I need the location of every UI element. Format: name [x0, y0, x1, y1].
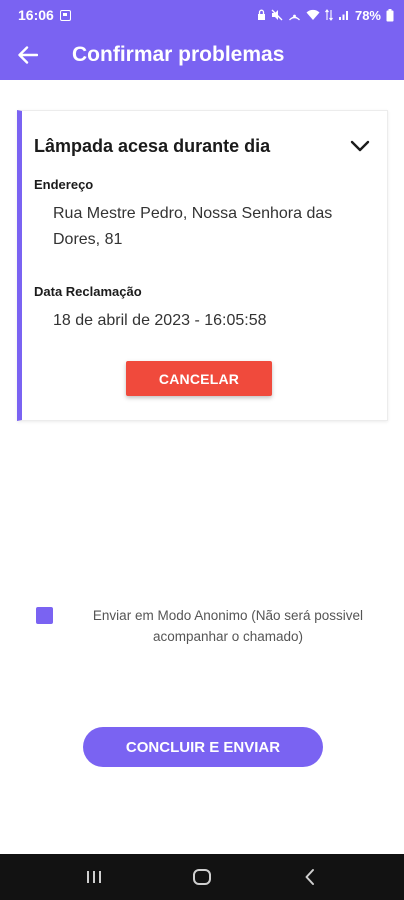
- battery-icon: [386, 8, 394, 21]
- address-label: Endereço: [34, 177, 94, 192]
- home-icon: [193, 869, 211, 885]
- cancel-button[interactable]: CANCELAR: [126, 361, 272, 396]
- date-value: 18 de abril de 2023 - 16:05:58: [53, 312, 267, 329]
- mute-icon: [271, 9, 283, 21]
- date-label: Data Reclamação: [34, 284, 142, 299]
- gallery-notification-icon: [59, 9, 71, 21]
- lock-icon: [257, 9, 265, 20]
- address-value: Rua Mestre Pedro, Nossa Senhora das Dore…: [53, 205, 333, 248]
- wifi-icon: [306, 9, 320, 20]
- complaint-card: Lâmpada acesa durante dia Endereço Rua M…: [17, 110, 388, 421]
- nav-back-button[interactable]: [285, 854, 335, 900]
- page-title: Confirmar problemas: [72, 43, 285, 66]
- back-button[interactable]: [0, 30, 56, 80]
- arrow-left-icon: [18, 46, 38, 64]
- status-left: 16:06: [18, 7, 71, 23]
- signal-icon: [338, 11, 348, 20]
- data-arrows-icon: [325, 9, 333, 21]
- hotspot-icon: [288, 14, 300, 21]
- card-header: Lâmpada acesa durante dia: [34, 133, 375, 159]
- submit-button[interactable]: CONCLUIR E ENVIAR: [83, 727, 323, 767]
- chevron-down-icon[interactable]: [345, 133, 375, 159]
- complaint-title: Lâmpada acesa durante dia: [34, 135, 271, 156]
- status-bar: 16:06 78%: [0, 0, 404, 30]
- nav-recents-button[interactable]: [69, 854, 119, 900]
- anonymous-checkbox[interactable]: [36, 607, 53, 624]
- nav-home-button[interactable]: [177, 854, 227, 900]
- nav-back-icon: [305, 869, 314, 885]
- status-time: 16:06: [18, 7, 54, 23]
- navigation-bar: [0, 854, 404, 900]
- status-right: 78%: [257, 8, 394, 23]
- battery-percent: 78%: [354, 7, 381, 23]
- recents-icon: [87, 871, 101, 883]
- anonymous-label: Enviar em Modo Anonimo (Não será possive…: [92, 608, 364, 644]
- app-bar: Confirmar problemas: [0, 30, 404, 80]
